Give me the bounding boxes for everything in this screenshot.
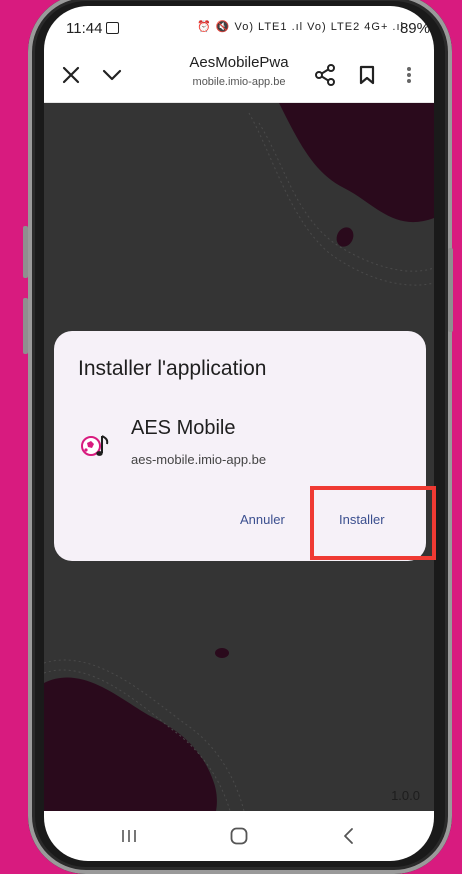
browser-toolbar: AesMobilePwa mobile.imio-app.be bbox=[44, 48, 434, 103]
recent-apps-button[interactable] bbox=[114, 825, 144, 847]
volume-up-button bbox=[23, 226, 28, 278]
app-url: aes-mobile.imio-app.be bbox=[131, 452, 267, 467]
volume-down-button bbox=[23, 298, 28, 354]
gallery-icon bbox=[106, 22, 119, 34]
back-button[interactable] bbox=[334, 825, 364, 847]
app-name: AES Mobile bbox=[131, 417, 236, 439]
home-button[interactable] bbox=[224, 825, 254, 847]
home-icon bbox=[230, 827, 248, 845]
share-icon bbox=[315, 64, 335, 86]
bookmark-button[interactable] bbox=[352, 60, 382, 90]
web-content: Installer l'application AES Mobile aes-m… bbox=[44, 103, 434, 811]
app-version: 1.0.0 bbox=[391, 788, 420, 803]
share-button[interactable] bbox=[310, 60, 340, 90]
status-battery: 89% bbox=[399, 20, 430, 37]
app-icon bbox=[81, 435, 109, 456]
status-bar: 11:44 ⏰ 🔇 Vo) LTE1 .ıl Vo) LTE2 4G+ .ıl … bbox=[44, 6, 434, 48]
bookmark-icon bbox=[359, 65, 375, 85]
back-icon bbox=[344, 828, 353, 844]
status-signal-icons: ⏰ 🔇 Vo) LTE1 .ıl Vo) LTE2 4G+ .ıl bbox=[196, 21, 404, 33]
more-options-button[interactable] bbox=[394, 60, 424, 90]
recent-apps-icon bbox=[122, 830, 136, 842]
cancel-button[interactable]: Annuler bbox=[240, 512, 285, 527]
navigation-bar bbox=[44, 811, 434, 861]
phone-screen: 11:44 ⏰ 🔇 Vo) LTE1 .ıl Vo) LTE2 4G+ .ıl … bbox=[44, 6, 434, 861]
status-time: 11:44 bbox=[66, 20, 103, 37]
install-highlight-box bbox=[310, 486, 436, 560]
power-button bbox=[448, 248, 453, 332]
dialog-title: Installer l'application bbox=[78, 357, 267, 380]
more-vert-icon bbox=[407, 67, 411, 83]
